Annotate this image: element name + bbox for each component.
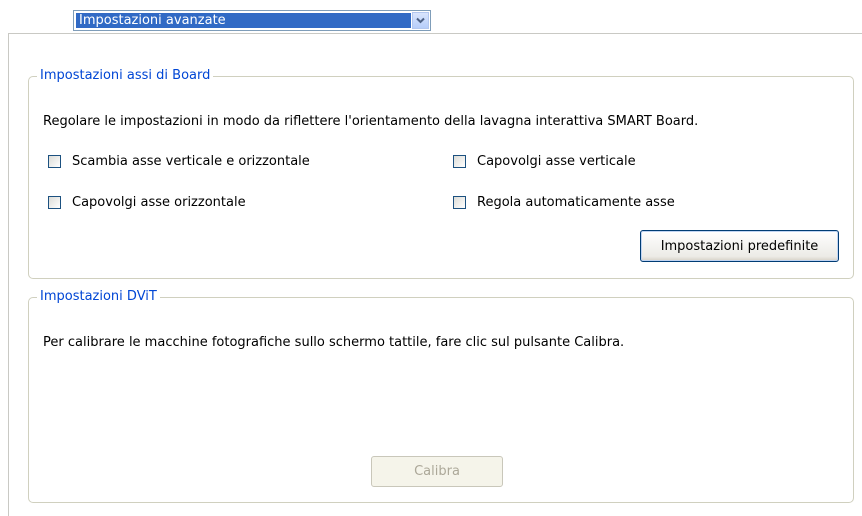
board-axes-group-title: Impostazioni assi di Board xyxy=(37,68,214,84)
dvit-description: Per calibrare le macchine fotografiche s… xyxy=(43,335,625,350)
checkbox-flip-horizontal[interactable]: Capovolgi asse orizzontale xyxy=(48,195,246,210)
settings-dropdown[interactable]: Impostazioni avanzate xyxy=(73,10,431,31)
dvit-group: Impostazioni DViT Per calibrare le macch… xyxy=(28,289,854,503)
checkbox-swap-axes[interactable]: Scambia asse verticale e orizzontale xyxy=(48,154,310,169)
flip-horizontal-label: Capovolgi asse orizzontale xyxy=(72,195,246,210)
flip-vertical-label: Capovolgi asse verticale xyxy=(477,154,636,169)
panel-border-top xyxy=(8,33,862,34)
panel-border-left xyxy=(8,33,9,516)
auto-axes-label: Regola automaticamente asse xyxy=(477,195,675,210)
dvit-group-title: Impostazioni DViT xyxy=(37,289,160,305)
dropdown-selected-value: Impostazioni avanzate xyxy=(76,13,411,28)
board-axes-group: Impostazioni assi di Board Regolare le i… xyxy=(28,68,854,279)
checkbox-flip-vertical[interactable]: Capovolgi asse verticale xyxy=(453,154,636,169)
checkbox-auto-axes[interactable]: Regola automaticamente asse xyxy=(453,195,675,210)
auto-axes-checkbox[interactable] xyxy=(453,196,466,209)
swap-axes-checkbox[interactable] xyxy=(48,155,61,168)
calibrate-button[interactable]: Calibra xyxy=(371,456,503,487)
swap-axes-label: Scambia asse verticale e orizzontale xyxy=(72,154,310,169)
flip-vertical-checkbox[interactable] xyxy=(453,155,466,168)
dropdown-arrow-button[interactable] xyxy=(412,12,429,29)
board-axes-description: Regolare le impostazioni in modo da rifl… xyxy=(43,114,699,129)
chevron-down-icon xyxy=(416,17,425,24)
flip-horizontal-checkbox[interactable] xyxy=(48,196,61,209)
default-settings-button[interactable]: Impostazioni predefinite xyxy=(640,230,839,262)
